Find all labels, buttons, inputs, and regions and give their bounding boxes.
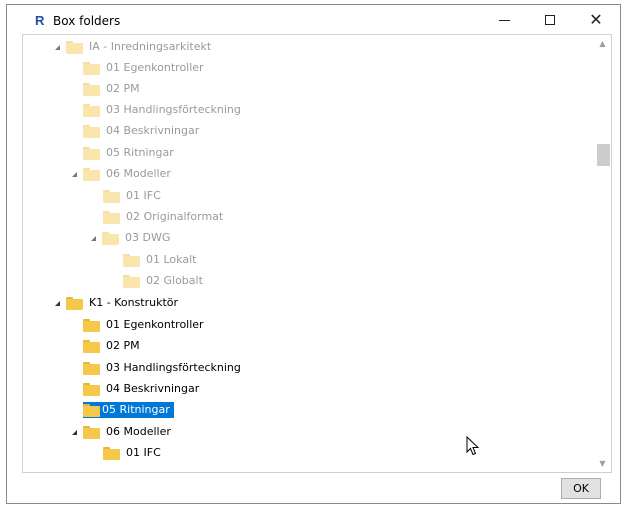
folder-icon (83, 61, 100, 75)
expand-collapse-toggle[interactable] (68, 168, 80, 180)
folder-icon (103, 189, 120, 203)
tree-item-label: 02 Originalformat (126, 210, 224, 223)
maximize-button[interactable] (527, 5, 573, 35)
folder-icon (83, 124, 100, 138)
tree-item-label: 01 Egenkontroller (106, 318, 204, 331)
close-button[interactable]: ✕ (573, 5, 619, 35)
tree-item-label: 01 Lokalt (146, 253, 197, 266)
tree-item-k1-03-handlingsforteckning[interactable]: 03 Handlingsförteckning (83, 358, 243, 378)
tree-item-label: 02 PM (106, 82, 140, 95)
folder-icon (83, 382, 100, 396)
folder-icon (66, 40, 83, 54)
tree-item-k1-konstruktor[interactable]: K1 - Konstruktör (51, 293, 180, 313)
selection-highlight: 05 Ritningar (83, 402, 174, 418)
folder-icon (123, 253, 140, 267)
tree-item-k1-02-pm[interactable]: 02 PM (83, 336, 142, 356)
tree-item-ia-06-modeller[interactable]: 06 Modeller (68, 164, 173, 184)
folder-icon (83, 361, 100, 375)
tree-item-ia-02-globalt[interactable]: 02 Globalt (123, 271, 205, 291)
tree-item-ia-05-ritningar[interactable]: 05 Ritningar (83, 143, 176, 163)
tree-item-label: 06 Modeller (106, 167, 171, 180)
expand-collapse-toggle[interactable] (68, 426, 80, 438)
tree-item-ia-01-ifc[interactable]: 01 IFC (103, 186, 163, 206)
folder-icon (83, 167, 100, 181)
tree-item-label: 04 Beskrivningar (106, 382, 200, 395)
folder-icon (83, 318, 100, 332)
folder-icon (83, 425, 100, 439)
tree-item-ia-04-beskrivningar[interactable]: 04 Beskrivningar (83, 121, 201, 141)
title-bar[interactable]: R Box folders ✕ (7, 5, 620, 35)
tree-item-label: K1 - Konstruktör (89, 296, 179, 309)
folder-icon (83, 103, 100, 117)
tree-item-label: 01 Egenkontroller (106, 61, 204, 74)
tree-item-label: 01 IFC (126, 189, 161, 202)
scrollbar-thumb[interactable] (597, 144, 610, 166)
tree-item-label: 01 IFC (126, 446, 161, 459)
close-icon: ✕ (589, 10, 603, 29)
expand-collapse-toggle[interactable] (51, 297, 63, 309)
minimize-button[interactable] (481, 5, 527, 35)
tree-item-label: 05 Ritningar (100, 402, 172, 418)
tree-item-label: 05 Ritningar (106, 146, 174, 159)
tree-item-ia-02-pm[interactable]: 02 PM (83, 79, 142, 99)
folder-icon (66, 296, 83, 310)
folder-icon (83, 146, 100, 160)
folder-icon (83, 82, 100, 96)
tree-item-ia-03-dwg[interactable]: 03 DWG (87, 228, 172, 248)
tree-item-ia-01-egenkontroller[interactable]: 01 Egenkontroller (83, 58, 206, 78)
folder-icon (102, 231, 119, 245)
folder-icon (123, 274, 140, 288)
tree-item-k1-01-egenkontroller[interactable]: 01 Egenkontroller (83, 315, 206, 335)
window-title: Box folders (53, 14, 121, 28)
tree-item-ia-01-lokalt[interactable]: 01 Lokalt (123, 250, 198, 270)
expand-collapse-toggle[interactable] (51, 41, 63, 53)
tree-item-label: 02 Globalt (146, 274, 203, 287)
folder-icon (83, 339, 100, 353)
tree-item-k1-06-modeller[interactable]: 06 Modeller (68, 422, 173, 442)
tree-item-label: 02 PM (106, 339, 140, 352)
tree-item-k1-05-ritningar[interactable]: 05 Ritningar (83, 400, 174, 420)
expand-collapse-toggle[interactable] (87, 232, 99, 244)
tree-item-label: 03 Handlingsförteckning (106, 103, 241, 116)
tree-item-label: 03 Handlingsförteckning (106, 361, 241, 374)
tree-item-ia-03-handlingsforteckning[interactable]: 03 Handlingsförteckning (83, 100, 243, 120)
scroll-down-arrow-icon[interactable]: ▼ (594, 455, 611, 472)
revit-app-icon: R (35, 13, 45, 28)
tree-item-k1-01-ifc[interactable]: 01 IFC (103, 443, 163, 463)
folder-icon (83, 403, 100, 417)
tree-item-k1-04-beskrivningar[interactable]: 04 Beskrivningar (83, 379, 201, 399)
ok-button[interactable]: OK (561, 478, 601, 499)
folder-tree[interactable]: IA - Inredningsarkitekt 01 Egenkontrolle… (22, 34, 612, 473)
folder-icon (103, 446, 120, 460)
maximize-icon (545, 15, 555, 25)
tree-item-label: 04 Beskrivningar (106, 124, 200, 137)
minimize-icon (498, 19, 510, 21)
tree-item-label: IA - Inredningsarkitekt (89, 40, 212, 53)
scroll-up-arrow-icon[interactable]: ▲ (594, 35, 611, 52)
tree-item-label: 06 Modeller (106, 425, 171, 438)
tree-item-ia-02-originalformat[interactable]: 02 Originalformat (103, 207, 225, 227)
mouse-pointer-icon (466, 436, 480, 456)
tree-item-label: 03 DWG (125, 231, 171, 244)
folder-icon (103, 210, 120, 224)
tree-item-ia-inredningsarkitekt[interactable]: IA - Inredningsarkitekt (51, 37, 213, 57)
vertical-scrollbar[interactable]: ▲ ▼ (594, 35, 611, 472)
